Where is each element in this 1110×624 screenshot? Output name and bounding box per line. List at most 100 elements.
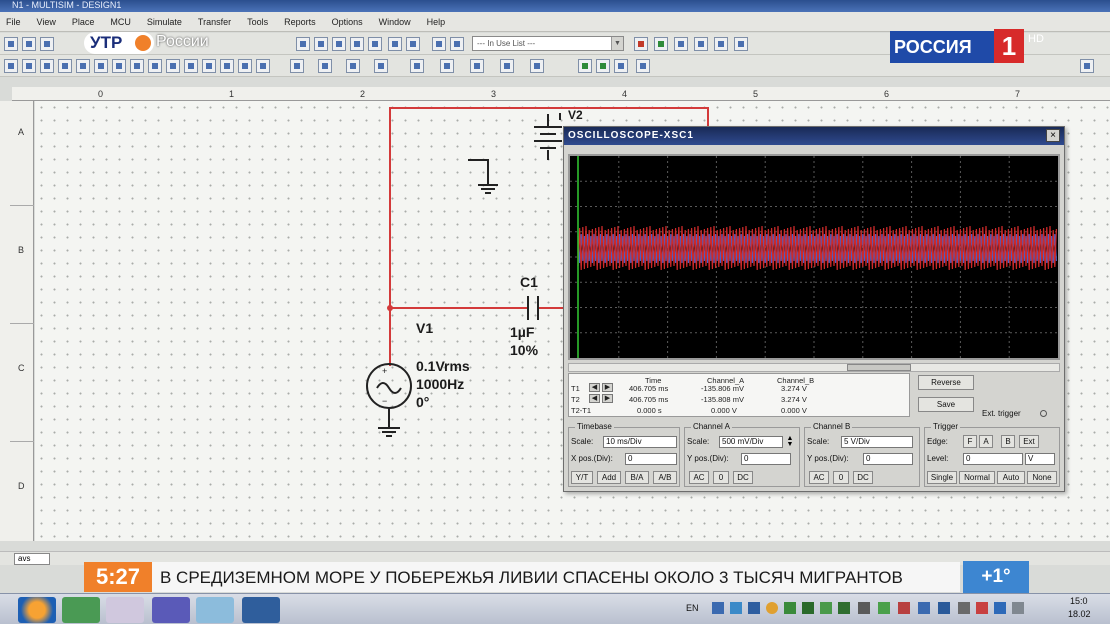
trigger-edge-label: Edge:: [927, 437, 948, 446]
language-indicator[interactable]: EN: [686, 603, 699, 613]
tray-icon[interactable]: [938, 602, 950, 614]
trigger-none-button[interactable]: None: [1027, 471, 1057, 484]
tray-icon[interactable]: [958, 602, 970, 614]
channel-a-ypos-field[interactable]: 0: [741, 453, 791, 465]
channel-a-zero-button[interactable]: 0: [713, 471, 729, 484]
tray-icon[interactable]: [918, 602, 930, 614]
tray-icon[interactable]: [802, 602, 814, 614]
channel-a-title: Channel A: [691, 422, 732, 431]
taskbar-app-icon[interactable]: [242, 597, 280, 623]
channel-number: 1: [994, 29, 1024, 63]
v1-phase: 0°: [416, 394, 430, 410]
v2-label: V2: [568, 108, 583, 122]
tray-icon[interactable]: [766, 602, 778, 614]
mode-ba-button[interactable]: B/A: [625, 471, 649, 484]
delta-channel-b: 0.000 V: [781, 406, 807, 415]
clock-date[interactable]: 18.02: [1068, 609, 1091, 619]
c1-tolerance: 10%: [510, 342, 539, 358]
tray-icon[interactable]: [748, 602, 760, 614]
edge-ext-button[interactable]: Ext: [1019, 435, 1039, 448]
trigger-level-label: Level:: [927, 454, 949, 463]
taskbar-app-icon[interactable]: [62, 597, 100, 623]
channel-b-ac-button[interactable]: AC: [809, 471, 829, 484]
trigger-level-field[interactable]: 0: [963, 453, 1023, 465]
utro-logo-text: УТР: [90, 33, 123, 52]
delta-channel-a: 0.000 V: [711, 406, 737, 415]
channel-b-scale-field[interactable]: 5 V/Div: [841, 436, 913, 448]
timebase-scale-field[interactable]: 10 ms/Div: [603, 436, 677, 448]
ext-trigger-radio[interactable]: [1040, 410, 1047, 417]
channel-logo: РОССИЯ: [890, 31, 994, 63]
channel-b-ypos-field[interactable]: 0: [863, 453, 913, 465]
mode-ab-button[interactable]: A/B: [653, 471, 677, 484]
clock-time[interactable]: 15:0: [1070, 596, 1088, 606]
arrow-right-icon[interactable]: ▶: [602, 383, 613, 392]
channel-a-dc-button[interactable]: DC: [733, 471, 753, 484]
arrow-left-icon[interactable]: ◀: [589, 394, 600, 403]
t2-channel-b: 3.274 V: [781, 395, 807, 404]
channel-a-ac-button[interactable]: AC: [689, 471, 709, 484]
rossii-logo-text: России: [156, 33, 209, 50]
t1-channel-b: 3.274 V: [781, 384, 807, 393]
edge-b-button[interactable]: B: [1001, 435, 1015, 448]
cursor-readout: Time Channel_A Channel_B T1 ◀ ▶ 406.705 …: [568, 373, 910, 417]
firefox-icon[interactable]: [18, 597, 56, 623]
channel-b-title: Channel B: [811, 422, 853, 431]
trigger-title: Trigger: [931, 422, 961, 431]
tray-icon[interactable]: [976, 602, 988, 614]
readout-label-delta: T2-T1: [571, 406, 592, 415]
sheet-tab[interactable]: avs: [14, 553, 50, 565]
mode-add-button[interactable]: Add: [597, 471, 621, 484]
t1-time: 406.705 ms: [629, 384, 669, 393]
tray-icon[interactable]: [878, 602, 890, 614]
save-button[interactable]: Save: [918, 397, 974, 412]
tray-icon[interactable]: [838, 602, 850, 614]
channel-b-dc-button[interactable]: DC: [853, 471, 873, 484]
channel-b-zero-button[interactable]: 0: [833, 471, 849, 484]
trigger-level-unit[interactable]: V: [1025, 453, 1055, 465]
edge-a-button[interactable]: A: [979, 435, 993, 448]
arrow-left-icon[interactable]: ◀: [589, 383, 600, 392]
close-icon[interactable]: ×: [1046, 129, 1060, 142]
trigger-normal-button[interactable]: Normal: [959, 471, 995, 484]
volume-icon[interactable]: [1012, 602, 1024, 614]
ground-wire: [468, 159, 489, 185]
spinner-icon[interactable]: ▲ ▼: [785, 435, 795, 448]
screen-scrollbar[interactable]: [568, 363, 1060, 372]
tray-icon[interactable]: [784, 602, 796, 614]
reverse-button[interactable]: Reverse: [918, 375, 974, 390]
trigger-group: Trigger Edge: F A B Ext Level: 0 V Singl…: [924, 422, 1060, 487]
taskbar: EN 15:0 18.02: [0, 593, 1110, 624]
tray-icon[interactable]: [858, 602, 870, 614]
trigger-auto-button[interactable]: Auto: [997, 471, 1025, 484]
timebase-scale-label: Scale:: [571, 437, 594, 446]
v1-frequency: 1000Hz: [416, 376, 465, 392]
utro-logo: УТР: [84, 32, 154, 54]
tray-icon[interactable]: [712, 602, 724, 614]
timebase-group: Timebase Scale: 10 ms/Div X pos.(Div): 0…: [568, 422, 680, 487]
svg-text:+: +: [382, 366, 387, 376]
tray-icon[interactable]: [730, 602, 742, 614]
arrow-right-icon[interactable]: ▶: [602, 394, 613, 403]
tray-icon[interactable]: [820, 602, 832, 614]
timebase-xpos-label: X pos.(Div):: [571, 454, 613, 463]
svg-text:−: −: [382, 396, 387, 406]
oscilloscope-window[interactable]: OSCILLOSCOPE-XSC1 × Time Channel_A Chann…: [563, 126, 1065, 492]
multisim-icon[interactable]: [152, 597, 190, 623]
channel-a-scale-field[interactable]: 500 mV/Div: [719, 436, 783, 448]
timebase-xpos-field[interactable]: 0: [625, 453, 677, 465]
taskbar-app-icon[interactable]: [106, 597, 144, 623]
channel-b-group: Channel B Scale: 5 V/Div Y pos.(Div): 0 …: [804, 422, 920, 487]
ext-trigger-label: Ext. trigger: [982, 409, 1021, 418]
tray-icon[interactable]: [994, 602, 1006, 614]
trigger-single-button[interactable]: Single: [927, 471, 957, 484]
tray-icon[interactable]: [898, 602, 910, 614]
oscilloscope-screen[interactable]: [568, 154, 1060, 360]
mode-yt-button[interactable]: Y/T: [571, 471, 593, 484]
taskbar-app-icon[interactable]: [196, 597, 234, 623]
oscilloscope-title: OSCILLOSCOPE-XSC1: [564, 127, 1064, 145]
edge-rising-button[interactable]: F: [963, 435, 977, 448]
scrollbar-thumb[interactable]: [847, 364, 911, 371]
t2-time: 406.705 ms: [629, 395, 669, 404]
channel-a-scale-label: Scale:: [687, 437, 710, 446]
